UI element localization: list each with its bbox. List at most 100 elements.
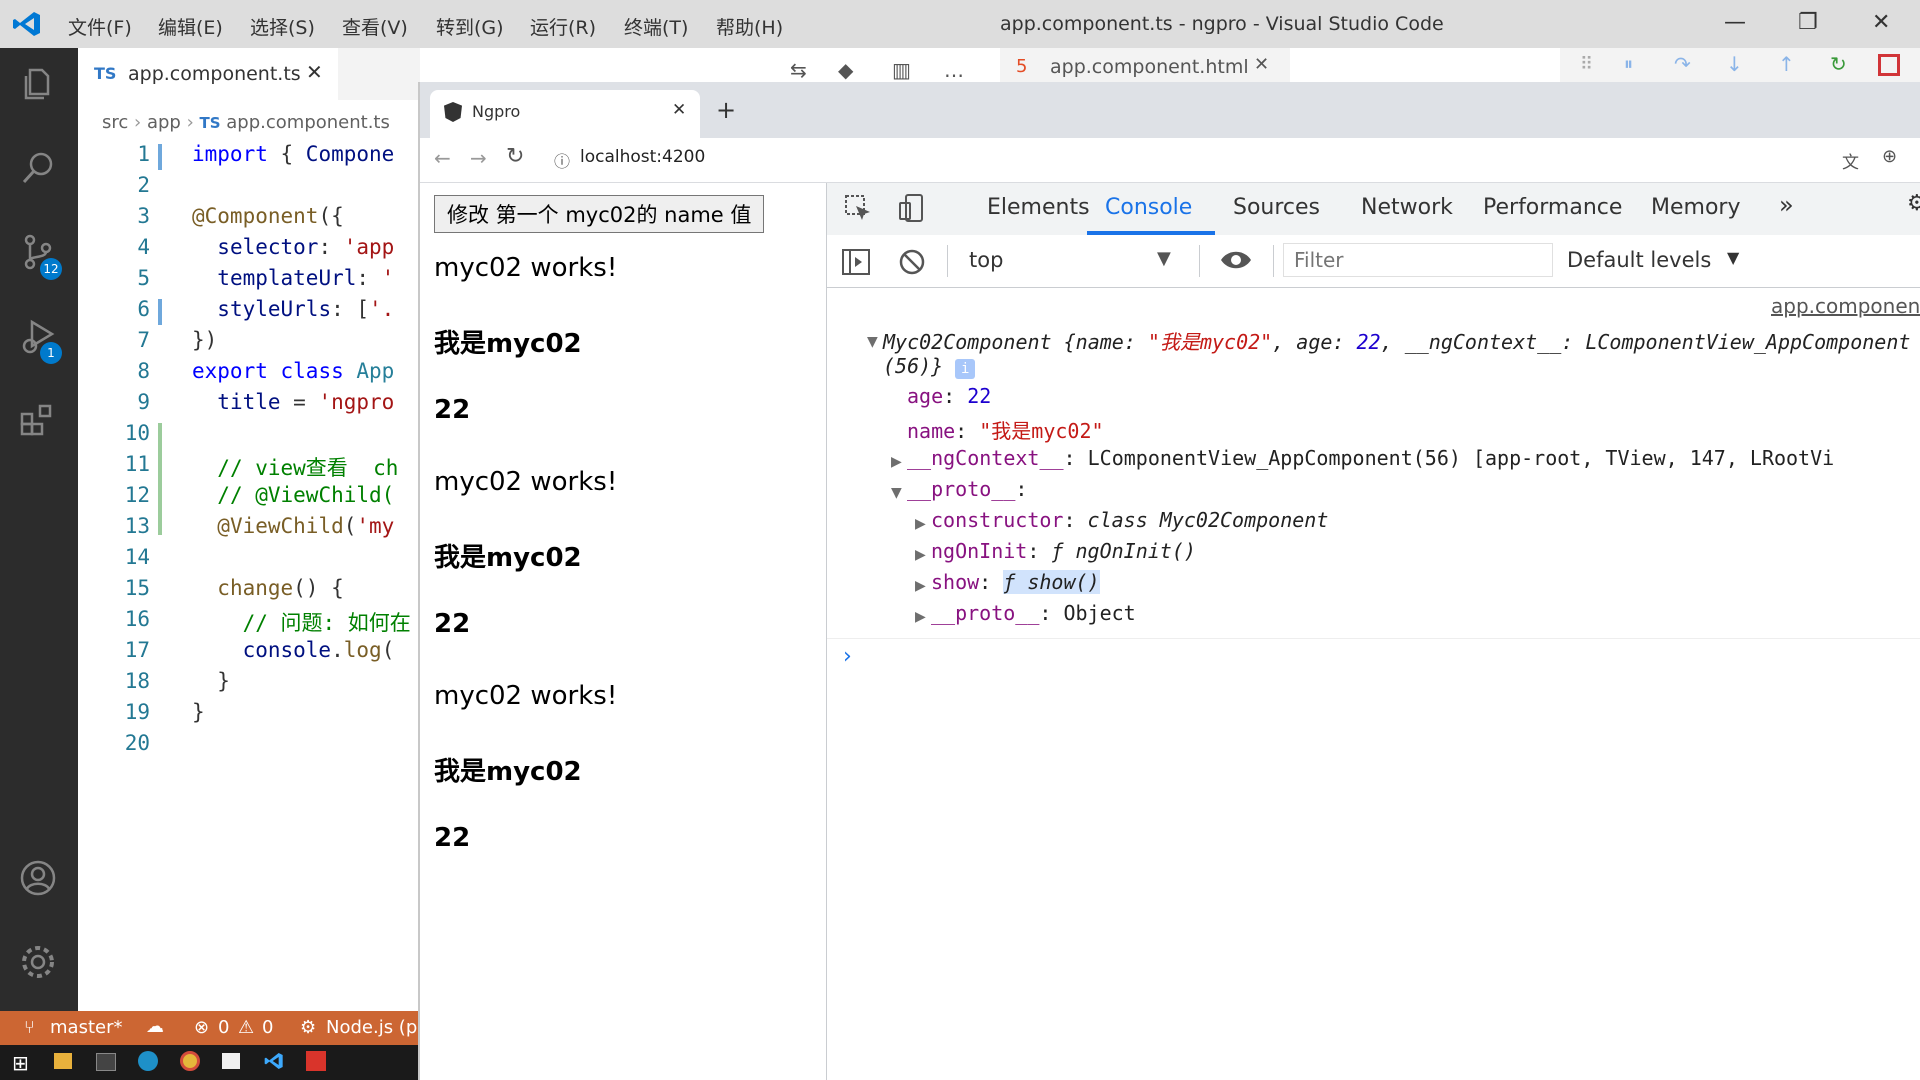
step-into-icon[interactable]: ↓ [1726,52,1743,76]
git-branch[interactable]: master* [50,1017,122,1038]
close-browser-tab-icon[interactable]: ✕ [672,100,686,120]
zoom-icon[interactable]: ⊕ [1882,146,1897,167]
prop-name[interactable]: name: "我是myc02" [907,415,1104,444]
tab-memory[interactable]: Memory [1651,195,1740,220]
inspect-element-icon[interactable] [843,193,873,223]
drag-handle-icon[interactable]: ⠿ [1580,54,1593,75]
node-debug-status[interactable]: Node.js (p [326,1017,417,1038]
show-sidebar-icon[interactable] [841,247,871,277]
chrome-icon[interactable] [180,1051,200,1071]
clear-console-icon[interactable] [897,247,927,277]
back-icon[interactable]: ← [434,146,451,170]
console-output: app.component ▼ Myc02Component {name: "我… [827,288,1920,1080]
expand-triangle-icon[interactable]: ▶ [891,454,902,470]
menu-edit[interactable]: 编辑(E) [158,13,223,40]
menu-file[interactable]: 文件(F) [68,13,132,40]
prop-ngoninit[interactable]: ngOnInit: ƒ ngOnInit() [931,539,1196,563]
explorer-icon[interactable] [16,64,60,108]
menu-help[interactable]: 帮助(H) [716,13,783,40]
address-bar[interactable]: localhost:4200 [580,147,705,167]
tab-elements[interactable]: Elements [987,195,1090,220]
device-toolbar-icon[interactable] [897,193,927,223]
settings-gear-icon[interactable] [16,942,60,986]
tab-performance[interactable]: Performance [1483,195,1622,220]
minimize-icon[interactable]: — [1724,10,1746,35]
expand-triangle-icon[interactable]: ▶ [915,516,926,532]
collapse-triangle-icon[interactable]: ▼ [891,485,902,501]
expand-triangle-icon[interactable]: ▶ [915,578,926,594]
restart-icon[interactable]: ↻ [1830,52,1847,76]
edge-icon[interactable] [138,1051,158,1071]
breadcrumb-file[interactable]: app.component.ts [226,112,390,133]
translate-icon[interactable]: 文 [1842,148,1859,173]
levels-dropdown-icon[interactable]: ▼ [1727,248,1739,267]
git-icon[interactable]: ◆ [838,58,853,82]
close-tab-icon[interactable]: ✕ [306,60,323,84]
accounts-icon[interactable] [16,858,60,902]
terminal-icon[interactable] [96,1053,116,1071]
file-explorer-icon[interactable] [54,1053,72,1069]
extensions-icon[interactable] [16,400,60,444]
code-line: // view查看 ch [217,456,399,480]
line-number: 9 [137,390,150,414]
menu-selection[interactable]: 选择(S) [250,13,315,40]
breadcrumb-app[interactable]: app [147,112,181,133]
expand-triangle-icon[interactable]: ▶ [915,547,926,563]
tab-app-component-html[interactable]: 5 app.component.html ✕ [1000,48,1290,82]
more-tabs-icon[interactable]: » [1779,191,1794,219]
context-dropdown-icon[interactable]: ▼ [1157,248,1171,269]
close-window-icon[interactable]: ✕ [1872,10,1890,35]
prop-proto-object[interactable]: __proto__: Object [931,601,1136,625]
prop-show[interactable]: show: ƒ show() [931,570,1100,594]
console-prompt-icon[interactable]: › [843,644,852,669]
pause-icon[interactable]: ⏸ [1624,54,1633,75]
step-over-icon[interactable]: ↷ [1674,52,1691,76]
menu-view[interactable]: 查看(V) [342,13,408,40]
tab-sources[interactable]: Sources [1233,195,1320,220]
console-filter-input[interactable] [1283,243,1553,277]
devtools-tab-bar: Elements Console Sources Network Perform… [827,183,1920,236]
info-icon[interactable]: i [955,359,976,379]
menu-terminal[interactable]: 终端(T) [624,13,688,40]
context-selector[interactable]: top [969,248,1003,272]
live-expression-eye-icon[interactable] [1219,245,1253,275]
tab-app-component-ts[interactable]: TS app.component.ts ✕ [78,48,338,100]
windows-start-icon[interactable]: ⊞ [12,1051,29,1075]
browser-tab-ngpro[interactable]: Ngpro ✕ [430,90,700,138]
notes-icon[interactable] [222,1053,240,1069]
site-info-icon[interactable]: ⓘ [554,148,570,172]
expand-triangle-icon[interactable]: ▶ [915,609,926,625]
restore-icon[interactable]: ❐ [1798,10,1818,35]
devtools-settings-icon[interactable]: ⚙ [1907,191,1920,216]
step-out-icon[interactable]: ↑ [1778,52,1795,76]
breadcrumb-src[interactable]: src [102,112,128,133]
sync-icon[interactable]: ☁ [146,1016,164,1037]
tab-console[interactable]: Console [1105,195,1192,220]
warning-count[interactable]: 0 [262,1017,273,1038]
forward-icon[interactable]: → [470,146,487,170]
search-icon[interactable] [16,148,60,192]
error-count[interactable]: 0 [218,1017,229,1038]
console-source-link[interactable]: app.component [1771,294,1920,318]
menu-run[interactable]: 运行(R) [530,13,596,40]
prop-key: __proto__ [931,601,1040,625]
change-name-button[interactable]: 修改 第一个 myc02的 name 值 [434,195,765,233]
collapse-triangle-icon[interactable]: ▼ [867,334,878,350]
close-tab-icon[interactable]: ✕ [1254,54,1269,75]
more-actions-icon[interactable]: … [944,58,964,82]
log-levels-dropdown[interactable]: Default levels [1567,248,1711,272]
compare-icon[interactable]: ⇆ [790,58,807,82]
menu-go[interactable]: 转到(G) [436,13,504,40]
prop-age[interactable]: age: 22 [907,384,991,408]
vscode-taskbar-icon[interactable] [264,1051,284,1071]
prop-constructor[interactable]: constructor: class Myc02Component [931,508,1328,532]
prop-ngcontext[interactable]: __ngContext__: LComponentView_AppCompone… [907,446,1834,470]
split-editor-icon[interactable]: ▥ [892,58,911,82]
recorder-icon[interactable] [306,1051,326,1071]
prop-proto[interactable]: __proto__: [907,477,1027,501]
stop-icon[interactable] [1878,54,1900,76]
tab-network[interactable]: Network [1361,195,1453,220]
reload-icon[interactable]: ↻ [506,144,524,169]
new-tab-icon[interactable]: + [716,96,736,124]
log-summary[interactable]: Myc02Component {name: "我是myc02", age: 22… [883,326,1910,355]
